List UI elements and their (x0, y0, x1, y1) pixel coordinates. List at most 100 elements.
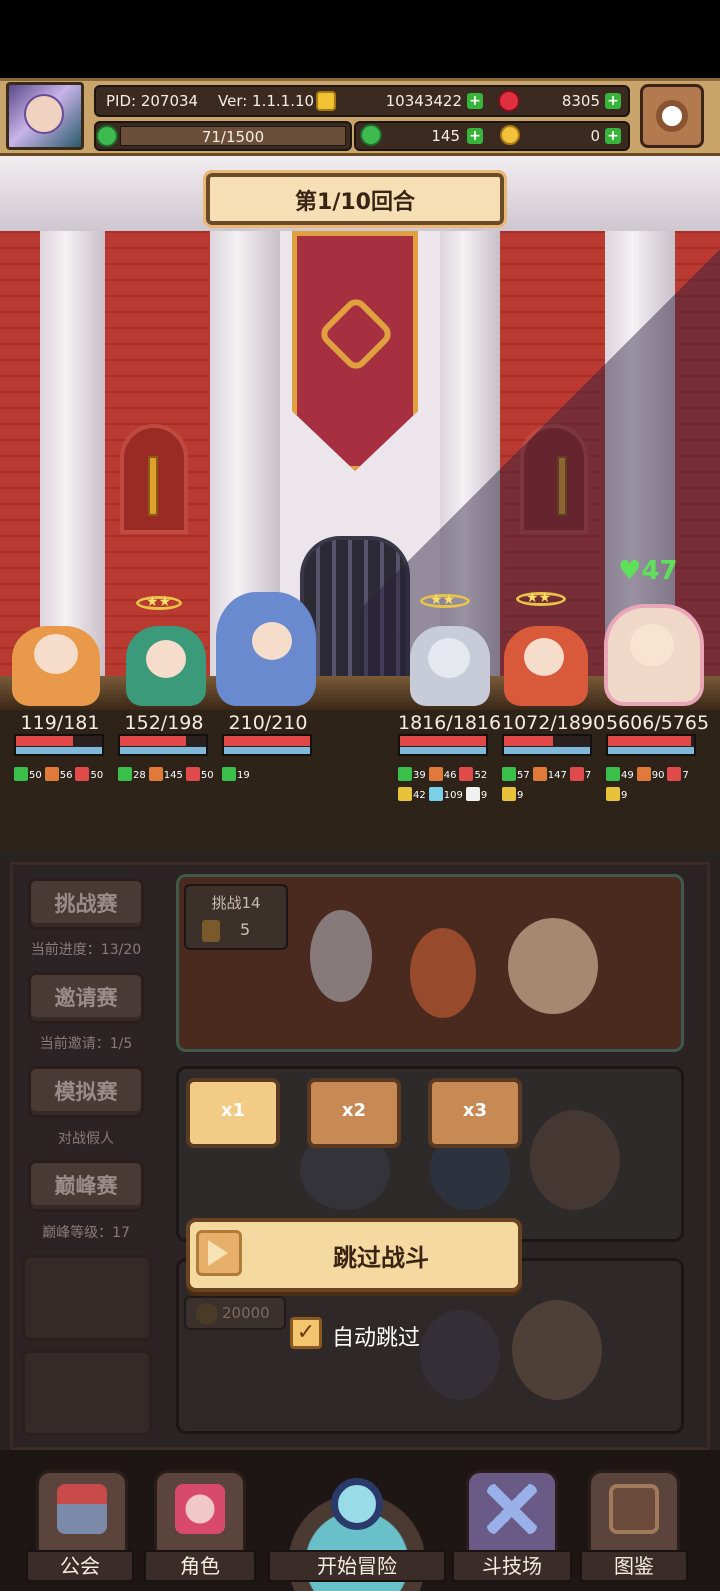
buff-count: 56 (59, 770, 73, 781)
buff-list: 57 147 7 9 (502, 764, 602, 804)
shield-fill (120, 747, 206, 754)
buff-count: 7 (682, 770, 689, 781)
play-icon (208, 1240, 228, 1266)
auto-skip-checkbox[interactable]: ✓ (290, 1317, 322, 1349)
buff-stack: 57 (502, 767, 530, 781)
ally-hp-text: 210/210 (228, 712, 308, 734)
add-eggs-button[interactable]: + (605, 128, 621, 144)
shield-fill (16, 747, 102, 754)
gold-amount: 10343422 (385, 92, 462, 110)
buff-icon (428, 787, 443, 801)
buff-icon (606, 767, 620, 781)
shield-fill (400, 747, 486, 754)
gold-coin-icon (316, 91, 336, 111)
clover-icon (360, 124, 382, 146)
buff-icon (398, 787, 412, 801)
character-icon (175, 1484, 225, 1534)
buff-icon (428, 767, 443, 781)
avatar-portrait (24, 94, 64, 134)
opponent-portrait (530, 1110, 620, 1210)
enemy-status-2: 1072/1890 57 147 7 9 (502, 712, 605, 804)
red-gem-icon (498, 90, 520, 112)
round-counter: 第1/10回合 (295, 190, 415, 215)
ally-hp-bar (118, 734, 208, 756)
buff-icon (502, 787, 516, 801)
enemy-demon-girl-face (524, 638, 564, 676)
ally-status-3: 210/210 19 (222, 712, 314, 784)
buff-list: 50 56 50 (14, 764, 114, 784)
buff-icon (606, 787, 620, 801)
buff-stack: 49 (606, 767, 634, 781)
heal-amount: 47 (641, 556, 678, 586)
buff-count: 19 (237, 770, 250, 781)
ally-status-2: 152/198 28 145 50 (118, 712, 214, 784)
buff-icon (502, 767, 516, 781)
hp-fill (504, 736, 553, 746)
ally-hp-text: 119/181 (20, 712, 100, 734)
buff-stack: 28 (118, 767, 146, 781)
buff-stack: 52 (459, 767, 488, 781)
buff-count: 109 (443, 790, 463, 801)
entry-cost: 20000 (222, 1304, 270, 1322)
buff-stack: 50 (185, 767, 214, 781)
buff-count: 28 (133, 770, 146, 781)
hp-fill (400, 736, 486, 746)
skip-battle-label: 跳过战斗 (333, 1244, 429, 1272)
invitation-mode-label: 邀请赛 (54, 986, 118, 1010)
status-strip (0, 0, 720, 78)
buff-count: 50 (90, 770, 104, 781)
buff-stack: 56 (44, 767, 73, 781)
clover-amount: 145 (431, 127, 460, 145)
buff-icon (465, 787, 480, 801)
player-id: PID: 207034 (106, 92, 199, 110)
buff-icon (14, 767, 28, 781)
buff-stack: 147 (532, 767, 567, 781)
enemy-status-1: 1816/1816 39 46 52 42 109 9 (398, 712, 502, 804)
stun-star-icon: ★★ (430, 592, 456, 608)
opponent-portrait (512, 1300, 602, 1400)
add-gems-button[interactable]: + (605, 93, 621, 109)
peak-level: 巅峰等级：17 (42, 1225, 130, 1241)
opponent-portrait (420, 1310, 500, 1400)
ally-hero-3-face (252, 622, 292, 660)
buff-icon (667, 767, 682, 781)
enemy-hp-bar (606, 734, 696, 756)
stun-star-icon: ★★ (526, 590, 552, 606)
buff-count: 52 (474, 770, 488, 781)
buff-stack: 50 (75, 767, 104, 781)
enemy-ghost-face (428, 638, 470, 678)
buff-icon (398, 767, 412, 781)
add-clover-button[interactable]: + (467, 128, 483, 144)
enemy-hp-bar (502, 734, 592, 756)
auto-skip-label: 自动跳过 (332, 1326, 421, 1351)
ally-status-1: 119/181 50 56 50 (14, 712, 106, 784)
battle-scene: ★★ ★★ ★★ ♥47 (0, 156, 720, 710)
simulation-mode-label: 模拟赛 (54, 1080, 118, 1104)
buff-list: 39 46 52 42 109 9 (398, 764, 498, 804)
opponent-ghost-portrait (310, 910, 372, 1002)
buff-stack: 9 (502, 787, 523, 801)
buff-icon (459, 767, 474, 781)
buff-stack: 9 (465, 787, 487, 801)
game-version: Ver: 1.1.1.10 (218, 92, 315, 110)
golden-egg-icon (500, 125, 520, 145)
buff-icon (569, 767, 584, 781)
buff-count: 147 (547, 770, 567, 781)
nav-character-label: 角色 (144, 1550, 256, 1582)
buff-icon (118, 767, 132, 781)
ally-hero-1-face (34, 634, 78, 674)
buff-count: 50 (29, 770, 42, 781)
stamina-value: 71/1500 (201, 128, 265, 146)
challenge-mode-label: 挑战赛 (54, 892, 118, 916)
gear-icon (656, 100, 688, 132)
enemy-hp-bar (398, 734, 488, 756)
enemy-hp-text: 5606/5765 (606, 712, 710, 734)
nav-adventure-label: 开始冒险 (268, 1550, 446, 1582)
coin-icon (196, 1303, 218, 1325)
buff-stack: 7 (667, 767, 689, 781)
buff-count: 49 (621, 770, 634, 781)
magnifier-icon (331, 1478, 383, 1530)
enemy-shell-maiden-face (630, 624, 674, 666)
enemy-hp-text: 1816/1816 (398, 712, 502, 734)
add-gold-button[interactable]: + (467, 93, 483, 109)
